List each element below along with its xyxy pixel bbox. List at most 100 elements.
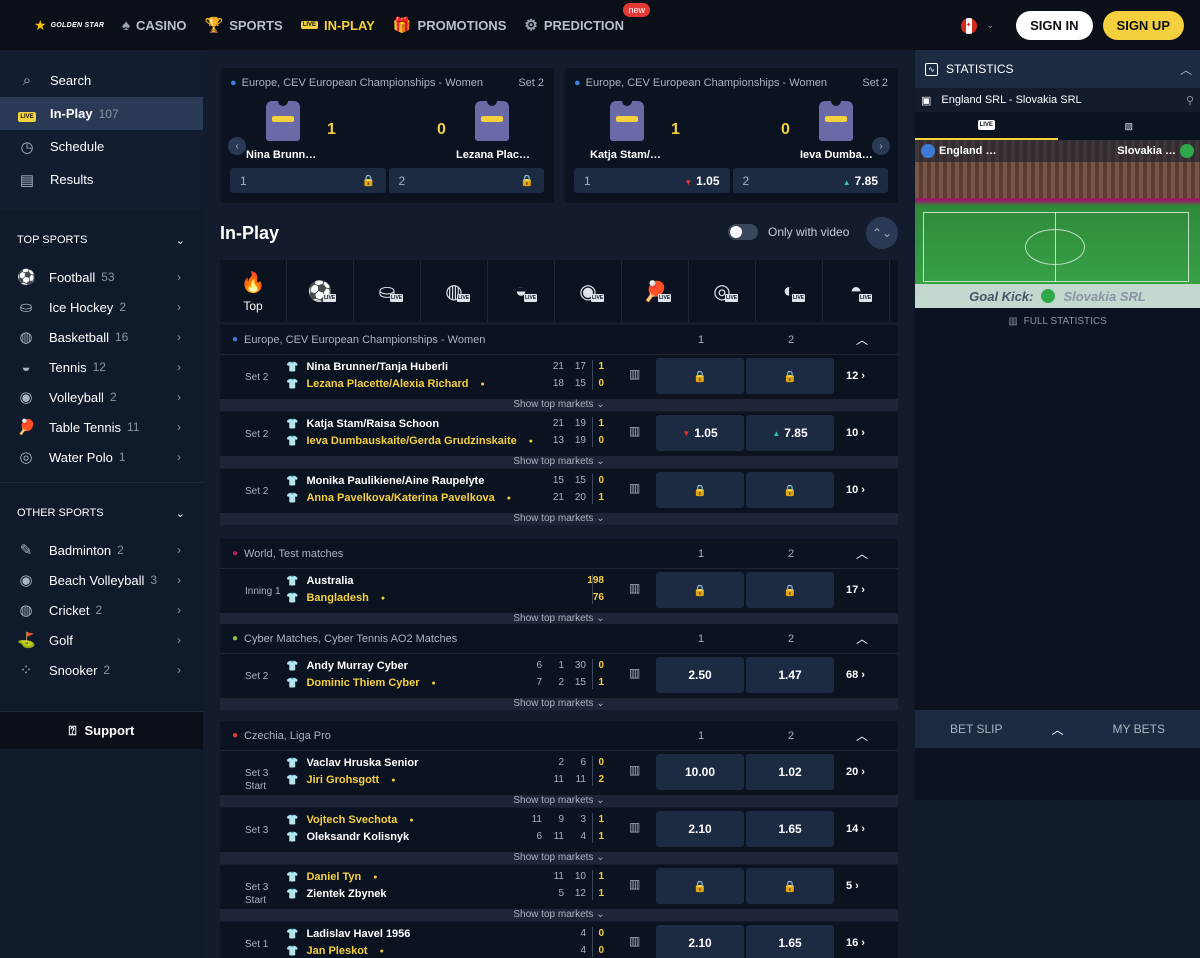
odd-button-2[interactable]: 🔒: [746, 358, 834, 394]
stats-chart-icon[interactable]: ▥: [629, 934, 640, 948]
pin-icon[interactable]: ⚲: [1186, 94, 1194, 107]
tab-sport-4[interactable]: ◒ LIVE: [488, 260, 555, 322]
sign-in-button[interactable]: SIGN IN: [1016, 11, 1093, 40]
odd-button-1[interactable]: ▼ 1.05: [656, 415, 744, 451]
sidebar-item-results[interactable]: ▤ Results: [0, 163, 203, 196]
tab-sport-3[interactable]: ◍ LIVE: [421, 260, 488, 322]
odd-button-2[interactable]: 1.65: [746, 925, 834, 958]
more-markets-link[interactable]: 68 ›: [846, 669, 865, 681]
more-markets-link[interactable]: 10 ›: [846, 427, 865, 439]
video-toggle[interactable]: [728, 224, 758, 240]
tab-sport-8[interactable]: ◐ LIVE: [756, 260, 823, 322]
next-arrow-icon[interactable]: ›: [872, 137, 890, 155]
more-markets-link[interactable]: 5 ›: [846, 880, 859, 892]
stats-chart-icon[interactable]: ▥: [629, 581, 640, 595]
other-sports-header[interactable]: OTHER SPORTS ⌄: [0, 491, 203, 535]
full-statistics-link[interactable]: ▥ FULL STATISTICS: [915, 308, 1200, 334]
featured-match-2[interactable]: ● Europe, CEV European Championships - Wo…: [564, 68, 898, 203]
sidebar-sport-football[interactable]: ⚽ Football 53 ›: [0, 262, 203, 292]
odd-button-2[interactable]: ▲ 7.85: [746, 415, 834, 451]
match-row[interactable]: Set 2 👕 Andy Murray Cyber 👕 Dominic Thiem Cy…: [220, 654, 898, 711]
featured-odd-1[interactable]: 1 ▼ 1.05: [574, 168, 730, 193]
sidebar-sport-badminton[interactable]: ✎ Badminton 2 ›: [0, 535, 203, 565]
more-markets-link[interactable]: 16 ›: [846, 937, 865, 949]
stats-chart-icon[interactable]: ▥: [629, 877, 640, 891]
stats-chart-icon[interactable]: ▥: [629, 820, 640, 834]
nav-promotions[interactable]: 🎁 PROMOTIONS: [393, 16, 507, 34]
match-row[interactable]: Inning 1 👕 Australia 👕 Bangladesh ● 198 76 ▥ 🔒 🔒 17…: [220, 569, 898, 626]
odd-button-1[interactable]: 2.10: [656, 811, 744, 847]
tab-top[interactable]: 🔥 Top: [220, 260, 287, 322]
sidebar-sport-water-polo[interactable]: ◎ Water Polo 1 ›: [0, 442, 203, 472]
sidebar-sport-tennis[interactable]: ◒ Tennis 12 ›: [0, 352, 203, 382]
match-row[interactable]: Set 3 👕 Vojtech Svechota ● 👕 Oleksandr Kolisn…: [220, 808, 898, 865]
stat-match-bar[interactable]: ▣ England SRL - Slovakia SRL ⚲: [915, 88, 1200, 112]
odd-button-2[interactable]: 🔒: [746, 472, 834, 508]
sidebar-sport-cricket[interactable]: ◍ Cricket 2 ›: [0, 595, 203, 625]
sidebar-sport-beach-volleyball[interactable]: ◉ Beach Volleyball 3 ›: [0, 565, 203, 595]
tab-sport-2[interactable]: ⛀ LIVE: [354, 260, 421, 322]
odd-button-1[interactable]: 🔒: [656, 472, 744, 508]
sidebar-sport-volleyball[interactable]: ◉ Volleyball 2 ›: [0, 382, 203, 412]
canada-flag-icon[interactable]: [960, 17, 977, 34]
tab-sport-5[interactable]: ◉ LIVE: [555, 260, 622, 322]
odd-button-1[interactable]: 2.50: [656, 657, 744, 693]
odd-button-2[interactable]: 1.47: [746, 657, 834, 693]
odd-button-2[interactable]: 1.65: [746, 811, 834, 847]
prev-arrow-icon[interactable]: ‹: [228, 137, 246, 155]
match-row[interactable]: Set 3 Start 👕 Daniel Tyn ● 👕 Zientek Zbynek 11 5…: [220, 865, 898, 922]
sidebar-sport-snooker[interactable]: ⁘ Snooker 2 ›: [0, 655, 203, 685]
stats-chart-icon[interactable]: ▥: [629, 481, 640, 495]
nav-casino[interactable]: ♠ CASINO: [122, 17, 187, 34]
league-header[interactable]: ● Cyber Matches, Cyber Tennis AO2 Matches…: [220, 624, 898, 654]
stats-chart-icon[interactable]: ▥: [629, 424, 640, 438]
league-header[interactable]: ● World, Test matches 1 2 ︿: [220, 539, 898, 569]
brand-logo[interactable]: ★ GOLDEN STAR: [0, 17, 110, 34]
nav-in-play[interactable]: LIVE IN-PLAY: [300, 18, 375, 33]
league-header[interactable]: ● Europe, CEV European Championships - Wo…: [220, 325, 898, 355]
tab-live-view[interactable]: LIVE: [915, 112, 1058, 140]
show-top-markets[interactable]: Show top markets ⌄: [220, 698, 898, 710]
tab-sport-7[interactable]: ◎ LIVE: [689, 260, 756, 322]
odd-button-1[interactable]: 🔒: [656, 358, 744, 394]
my-bets-tab[interactable]: MY BETS: [1078, 722, 1200, 736]
support-button[interactable]: ⍰ Support: [0, 711, 203, 749]
nav-sports[interactable]: 🏆 SPORTS: [205, 16, 283, 34]
sidebar-item-search[interactable]: ⌕ Search: [0, 64, 203, 97]
sidebar-sport-basketball[interactable]: ◍ Basketball 16 ›: [0, 322, 203, 352]
sidebar-sport-table-tennis[interactable]: 🏓 Table Tennis 11 ›: [0, 412, 203, 442]
stats-chart-icon[interactable]: ▥: [629, 666, 640, 680]
match-row[interactable]: Set 2 👕 Nina Brunner/Tanja Huberli 👕 Lezana …: [220, 355, 898, 412]
nav-prediction[interactable]: ⚙ PREDICTION new: [524, 3, 650, 34]
bet-slip-bar[interactable]: BET SLIP ︿ MY BETS: [915, 710, 1200, 748]
top-sports-header[interactable]: TOP SPORTS ⌄: [0, 218, 203, 262]
more-markets-link[interactable]: 14 ›: [846, 823, 865, 835]
odd-button-2[interactable]: 🔒: [746, 572, 834, 608]
stats-chart-icon[interactable]: ▥: [629, 367, 640, 381]
show-top-markets[interactable]: Show top markets ⌄: [220, 909, 898, 921]
featured-match-1[interactable]: ● Europe, CEV European Championships - Wo…: [220, 68, 554, 203]
sidebar-sport-golf[interactable]: ⛳ Golf ›: [0, 625, 203, 655]
bet-slip-tab[interactable]: BET SLIP: [915, 722, 1038, 736]
more-markets-link[interactable]: 17 ›: [846, 584, 865, 596]
sign-up-button[interactable]: SIGN UP: [1102, 11, 1184, 40]
match-row[interactable]: Set 2 👕 Monika Paulikiene/Aine Raupelyte 👕 A…: [220, 469, 898, 526]
featured-odd-2[interactable]: 2 🔒: [388, 168, 544, 193]
show-top-markets[interactable]: Show top markets ⌄: [220, 456, 898, 468]
odd-button-1[interactable]: 🔒: [656, 572, 744, 608]
show-top-markets[interactable]: Show top markets ⌄: [220, 513, 898, 525]
tab-sport-1[interactable]: ⚽ LIVE: [287, 260, 354, 322]
sidebar-item-in-play[interactable]: LIVE In-Play 107: [0, 97, 203, 130]
chevron-up-icon[interactable]: ︿: [1038, 721, 1078, 738]
tab-sport-6[interactable]: 🏓 LIVE: [622, 260, 689, 322]
odd-button-2[interactable]: 1.02: [746, 754, 834, 790]
more-markets-link[interactable]: 20 ›: [846, 766, 865, 778]
match-row[interactable]: Set 2 👕 Katja Stam/Raisa Schoon 👕 Ieva Dumba…: [220, 412, 898, 469]
tab-sport-9[interactable]: ◓ LIVE: [823, 260, 890, 322]
show-top-markets[interactable]: Show top markets ⌄: [220, 852, 898, 864]
video-filter[interactable]: Only with video: [728, 224, 849, 240]
odd-button-1[interactable]: 🔒: [656, 868, 744, 904]
odd-button-1[interactable]: 2.10: [656, 925, 744, 958]
featured-odd-2[interactable]: 2 ▲ 7.85: [732, 168, 888, 193]
sidebar-item-schedule[interactable]: ◷ Schedule: [0, 130, 203, 163]
